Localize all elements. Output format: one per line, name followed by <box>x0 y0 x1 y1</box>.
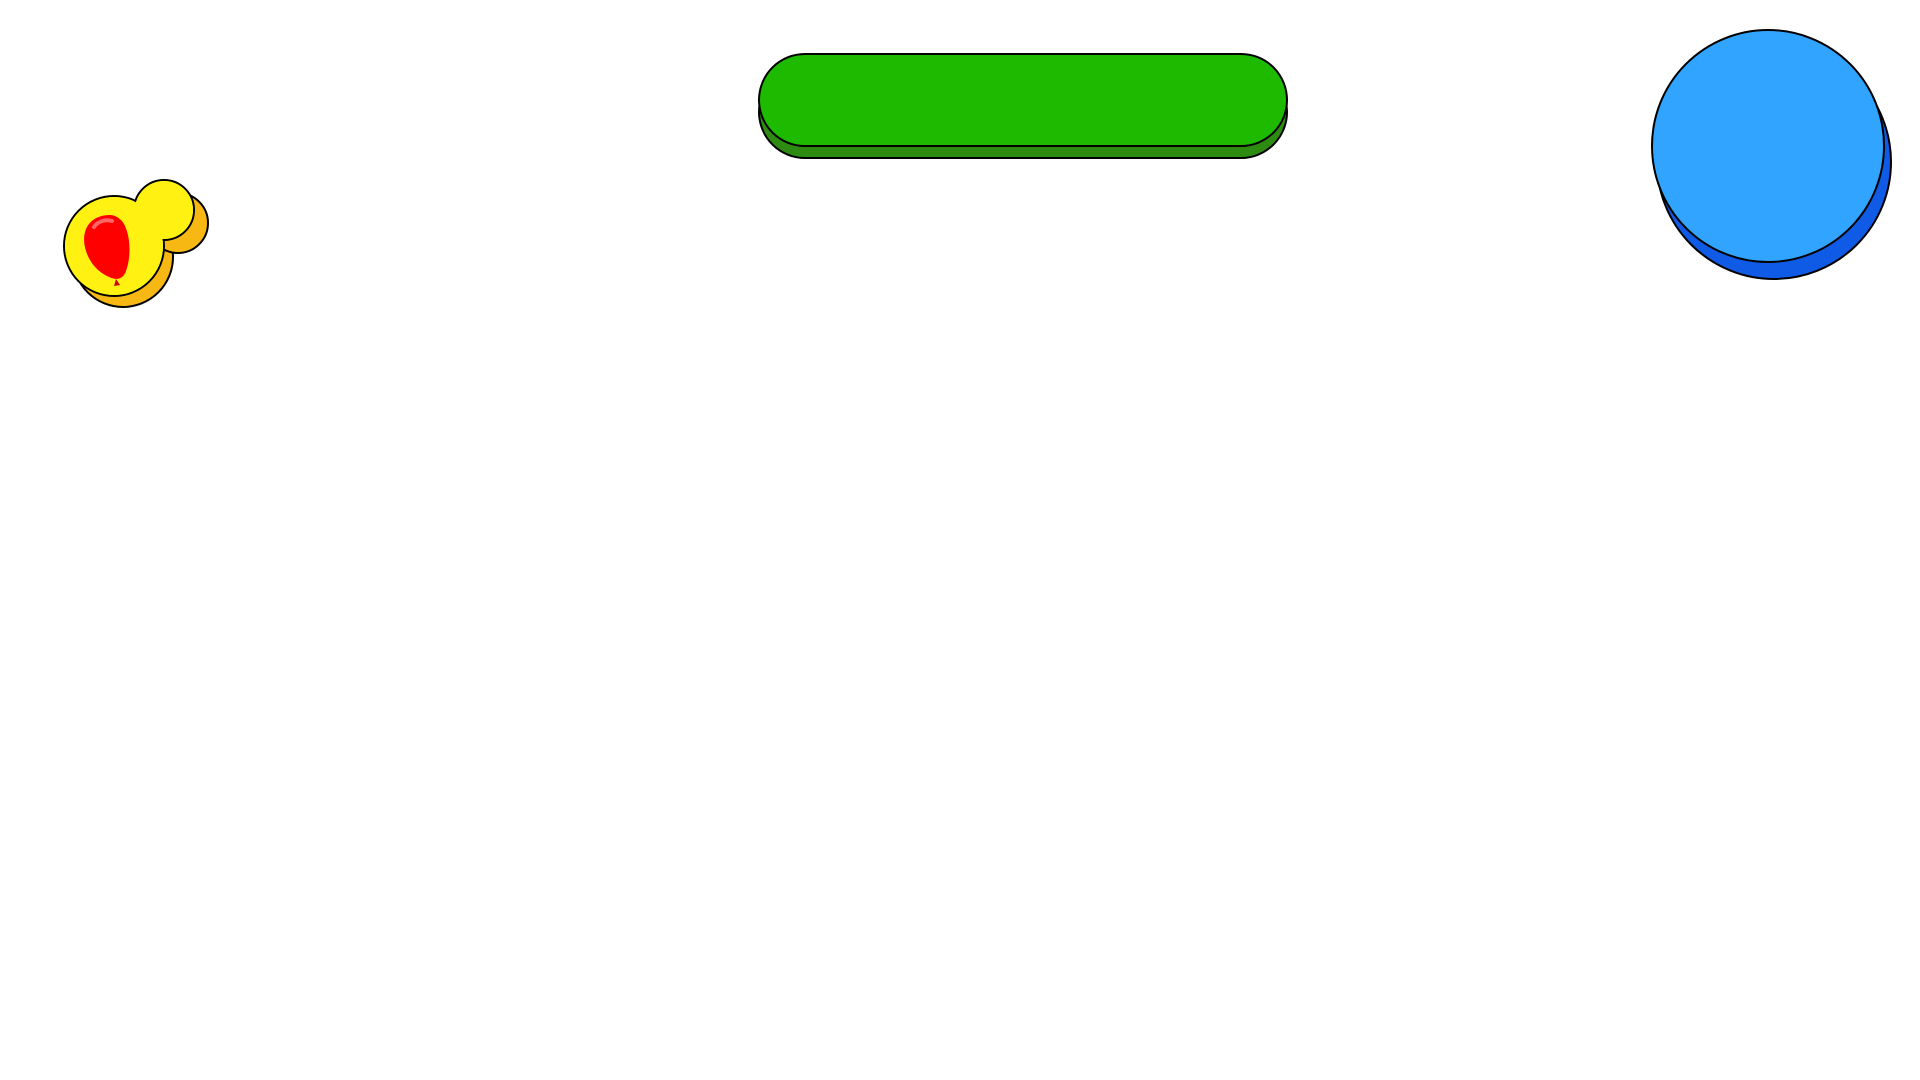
progress-bar <box>757 52 1289 160</box>
progress-bar-graphic <box>758 53 1288 159</box>
balloon-badge-graphic <box>63 179 209 308</box>
round-blue-button[interactable] <box>1650 28 1892 284</box>
round-blue-button-graphic <box>1651 29 1892 280</box>
badge-body <box>63 179 195 297</box>
progress-bar-fill <box>758 53 1288 147</box>
balloon-badge[interactable] <box>58 175 210 315</box>
round-button-face <box>1651 29 1885 263</box>
game-screen <box>0 0 1920 1080</box>
